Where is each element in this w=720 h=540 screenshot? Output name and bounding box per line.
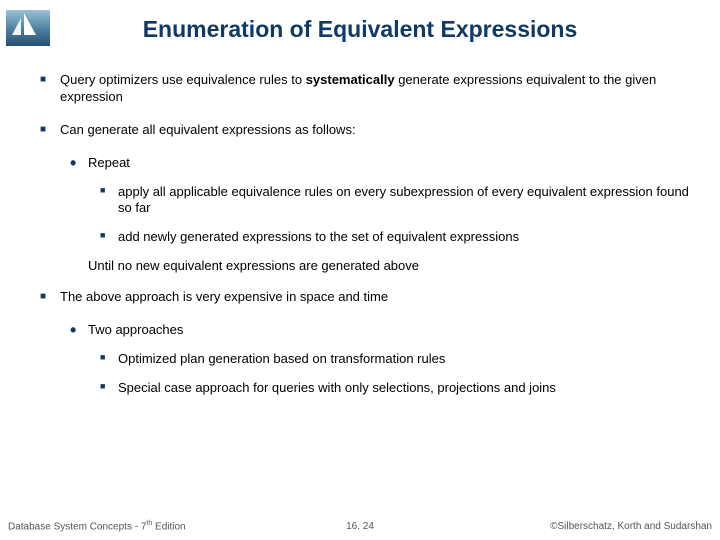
bullet-level1: The above approach is very expensive in … [36,289,692,306]
bullet-level1: Can generate all equivalent expressions … [36,122,692,139]
slide-body: Query optimizers use equivalence rules t… [36,72,692,409]
bullet-level3: apply all applicable equivalence rules o… [100,184,692,218]
text-strong: systematically [306,72,395,87]
bullet-level1: Query optimizers use equivalence rules t… [36,72,692,106]
slide-title: Enumeration of Equivalent Expressions [0,16,720,43]
bullet-level2: Repeat [68,155,692,172]
bullet-level3: add newly generated expressions to the s… [100,229,692,246]
text-line: Until no new equivalent expressions are … [88,258,692,275]
text: Query optimizers use equivalence rules t… [60,72,306,87]
bullet-level3: Special case approach for queries with o… [100,380,692,397]
footer-right: ©Silberschatz, Korth and Sudarshan [550,521,712,532]
bullet-level3: Optimized plan generation based on trans… [100,351,692,368]
bullet-level2: Two approaches [68,322,692,339]
